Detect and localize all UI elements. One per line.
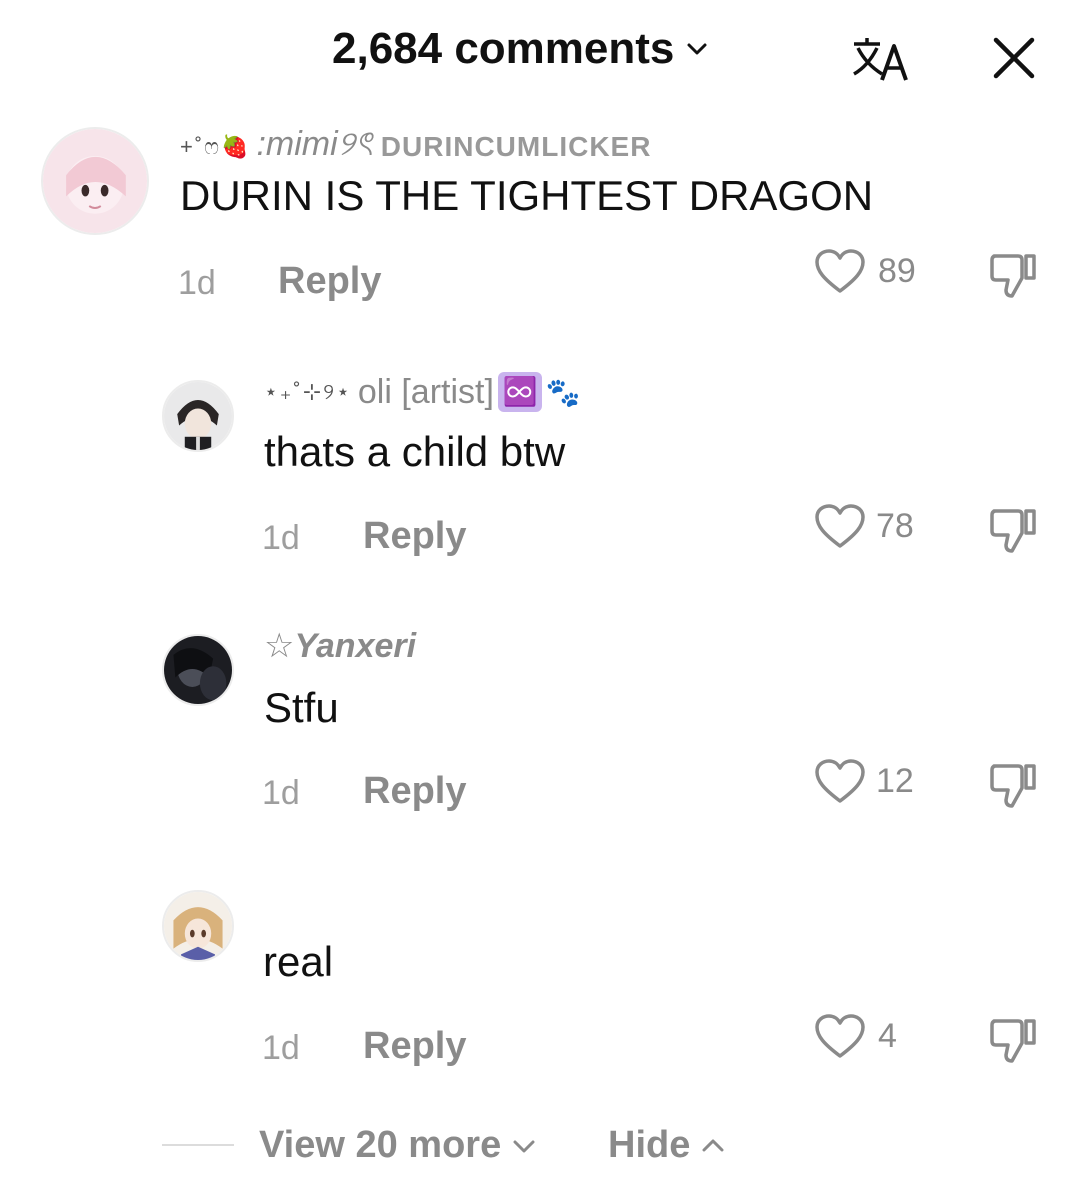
heart-icon[interactable]: [814, 249, 866, 295]
username-label: oli [artist]: [357, 372, 494, 411]
comment-text: DURIN IS THE TIGHTEST DRAGON: [180, 172, 874, 219]
thumbs-down-icon[interactable]: [988, 760, 1040, 810]
like-count: 4: [878, 1017, 897, 1055]
like-count: 89: [878, 252, 916, 290]
comment-text: thats a child btw: [264, 428, 566, 475]
close-icon[interactable]: [992, 36, 1036, 80]
avatar[interactable]: [162, 380, 234, 452]
username-decoration: +˚ෆ🍓: [180, 133, 251, 159]
reply-button[interactable]: Reply: [363, 515, 466, 558]
username-label: Yanxeri: [294, 626, 417, 665]
chevron-up-icon: [702, 1139, 724, 1151]
comment-username[interactable]: ⋆₊˚⊹୨⋆ oli [artist] ♾️ 🐾: [264, 372, 581, 412]
reply-button[interactable]: Reply: [278, 260, 381, 303]
comment-username[interactable]: +˚ෆ🍓 :mimi୨ৎ DURINCUMLICKER: [180, 118, 651, 175]
thumbs-down-icon[interactable]: [988, 250, 1040, 300]
replies-divider: [162, 1144, 234, 1146]
paw-emoji: 🐾: [545, 376, 581, 408]
comments-count-title[interactable]: 2,684 comments: [332, 24, 708, 74]
username-label: :mimi୨ৎ: [256, 125, 373, 163]
comments-count-label: 2,684 comments: [332, 24, 675, 73]
heart-icon[interactable]: [814, 1014, 866, 1060]
reply-button[interactable]: Reply: [363, 770, 466, 813]
avatar[interactable]: [162, 634, 234, 706]
hide-replies-button[interactable]: Hide: [608, 1124, 726, 1167]
comment-time: 1d: [262, 1029, 300, 1067]
comments-panel: 2,684 comments +˚ෆ🍓 :mimi୨ৎ DURINCUMLICK…: [0, 0, 1080, 1185]
avatar[interactable]: [41, 127, 149, 235]
avatar[interactable]: [162, 890, 234, 962]
like-count: 78: [876, 507, 914, 545]
reply-button[interactable]: Reply: [363, 1025, 466, 1068]
username-suffix: DURINCUMLICKER: [380, 130, 652, 162]
comment-text: real: [263, 938, 334, 985]
heart-icon[interactable]: [814, 759, 866, 805]
username-decoration: ⋆₊˚⊹୨⋆: [264, 379, 352, 404]
thumbs-down-icon[interactable]: [988, 1015, 1040, 1065]
chevron-down-icon: [513, 1140, 535, 1152]
infinity-emoji: ♾️: [497, 372, 542, 412]
comment-time: 1d: [262, 774, 300, 812]
chevron-down-icon: [687, 43, 707, 55]
view-more-label: View 20 more: [259, 1124, 502, 1166]
view-more-replies-button[interactable]: View 20 more: [259, 1124, 537, 1167]
heart-icon[interactable]: [814, 504, 866, 550]
comment-username[interactable]: ☆ Yanxeri: [264, 626, 416, 666]
comment-text: Stfu: [264, 684, 339, 731]
comment-time: 1d: [178, 264, 216, 302]
like-count: 12: [876, 762, 914, 800]
hide-label: Hide: [608, 1124, 691, 1166]
thumbs-down-icon[interactable]: [988, 505, 1040, 555]
comment-time: 1d: [262, 519, 300, 557]
translate-icon[interactable]: [850, 34, 908, 84]
username-decoration: ☆: [264, 627, 295, 665]
